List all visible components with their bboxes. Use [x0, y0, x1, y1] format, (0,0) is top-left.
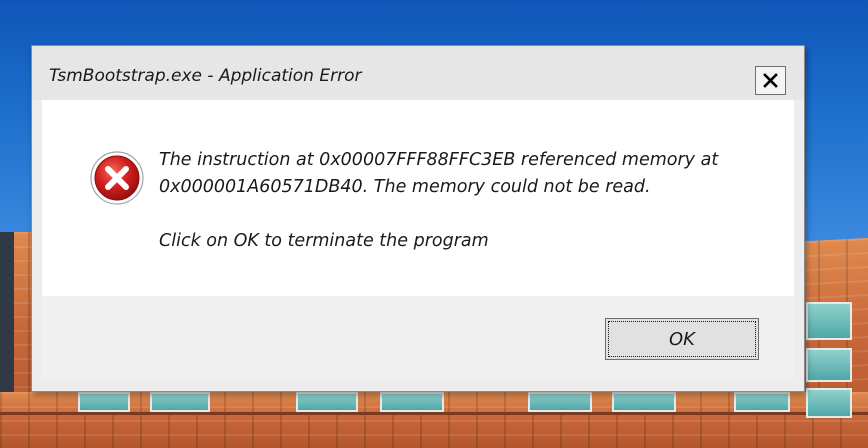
building-window	[612, 392, 676, 412]
building-window	[296, 392, 358, 412]
title-bar[interactable]: TsmBootstrap.exe - Application Error	[32, 46, 804, 100]
building-ledge	[0, 412, 868, 415]
close-icon	[763, 73, 778, 88]
error-dialog: TsmBootstrap.exe - Application Error The…	[31, 45, 805, 392]
error-icon	[90, 151, 144, 205]
building-window	[806, 348, 852, 382]
terminate-prompt: Click on OK to terminate the program	[159, 231, 489, 251]
ok-button[interactable]: OK	[605, 318, 759, 360]
button-bar: OK	[42, 296, 794, 381]
error-message-line: 0x000001A60571DB40. The memory could not…	[159, 177, 651, 197]
building-window	[806, 302, 852, 340]
building-window	[528, 392, 592, 412]
building-window	[806, 388, 852, 418]
building-window	[734, 392, 790, 412]
error-message-line: The instruction at 0x00007FFF88FFC3EB re…	[159, 150, 719, 170]
window-title: TsmBootstrap.exe - Application Error	[49, 66, 362, 86]
building-window	[380, 392, 444, 412]
ok-button-label: OK	[608, 321, 756, 357]
close-button[interactable]	[755, 66, 786, 95]
building-window	[78, 392, 130, 412]
building-window	[150, 392, 210, 412]
error-message: The instruction at 0x00007FFF88FFC3EB re…	[159, 147, 759, 201]
message-area: The instruction at 0x00007FFF88FFC3EB re…	[42, 100, 794, 296]
